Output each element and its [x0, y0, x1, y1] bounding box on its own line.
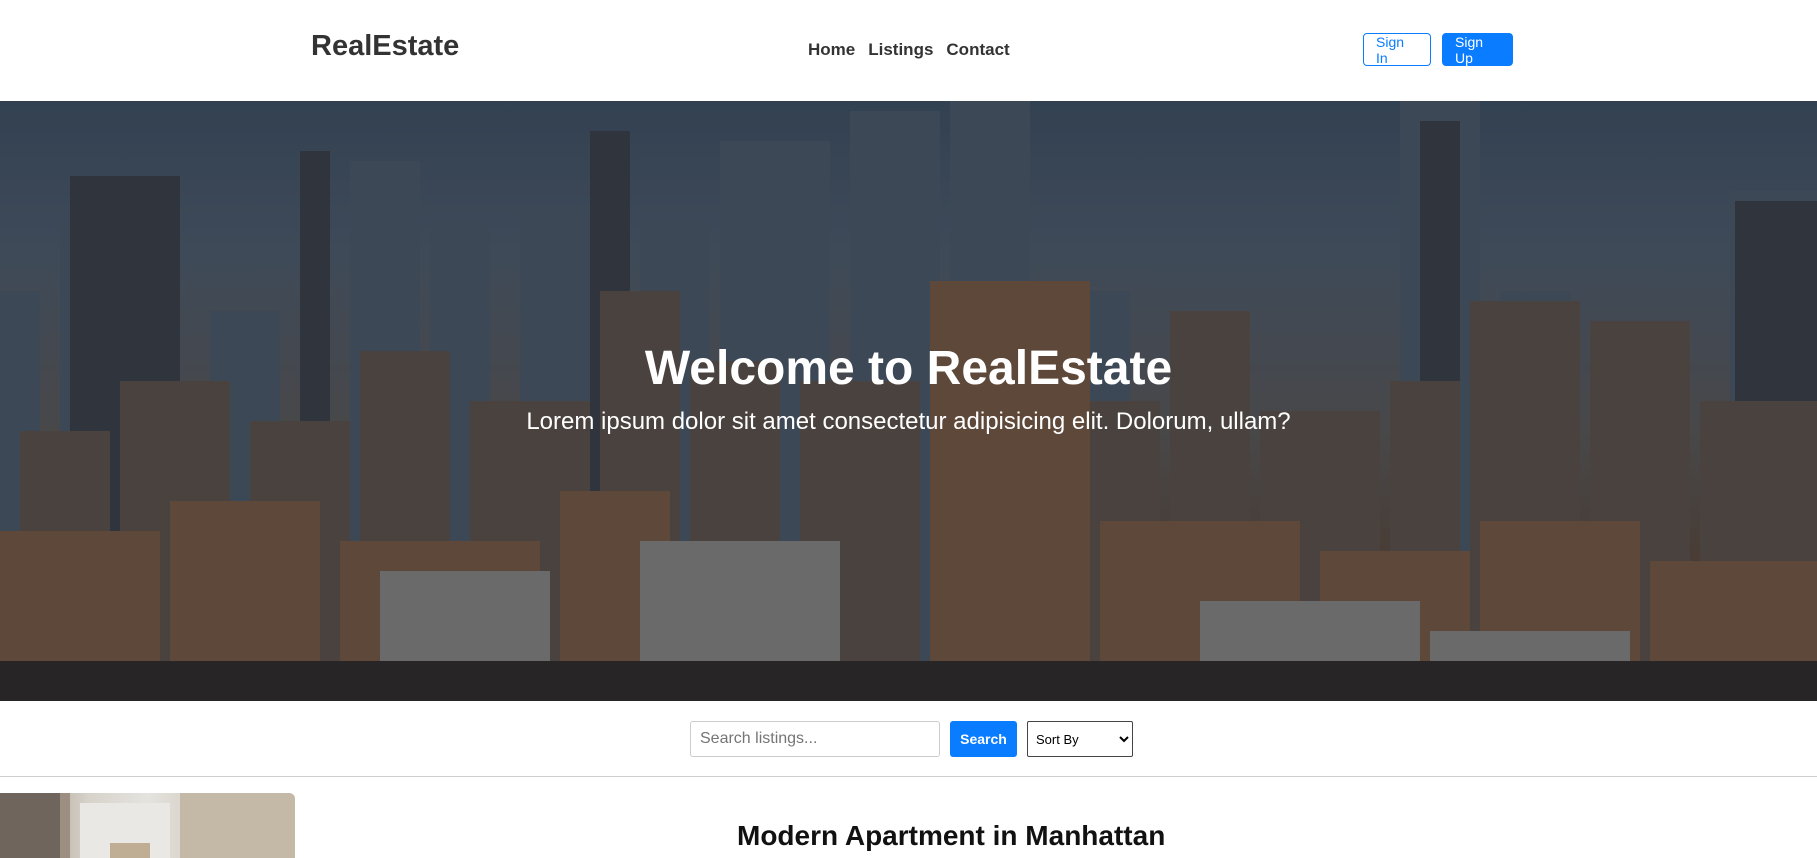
listing-photo-image	[0, 793, 295, 858]
sort-select[interactable]: Sort By	[1027, 721, 1133, 757]
search-input[interactable]	[690, 721, 940, 757]
search-button[interactable]: Search	[950, 721, 1017, 757]
listing-title[interactable]: Modern Apartment in Manhattan	[737, 820, 1165, 852]
sign-up-button[interactable]: Sign Up	[1442, 33, 1513, 66]
site-logo[interactable]: RealEstate	[311, 30, 459, 63]
site-header: RealEstate Home Listings Contact Sign In…	[0, 0, 1817, 100]
hero-subtitle: Lorem ipsum dolor sit amet consectetur a…	[526, 408, 1291, 435]
hero-overlay	[0, 101, 1817, 701]
main-nav: Home Listings Contact	[808, 40, 1010, 60]
listing-thumbnail[interactable]	[0, 793, 295, 858]
sign-in-button[interactable]: Sign In	[1363, 33, 1431, 66]
hero-banner: Welcome to RealEstate Lorem ipsum dolor …	[0, 101, 1817, 701]
search-toolbar: Search Sort By	[0, 701, 1817, 777]
auth-buttons: Sign In Sign Up	[1363, 33, 1513, 66]
nav-link-home[interactable]: Home	[808, 40, 855, 60]
hero-title: Welcome to RealEstate	[644, 342, 1173, 395]
nav-link-contact[interactable]: Contact	[946, 40, 1009, 60]
nav-link-listings[interactable]: Listings	[868, 40, 933, 60]
